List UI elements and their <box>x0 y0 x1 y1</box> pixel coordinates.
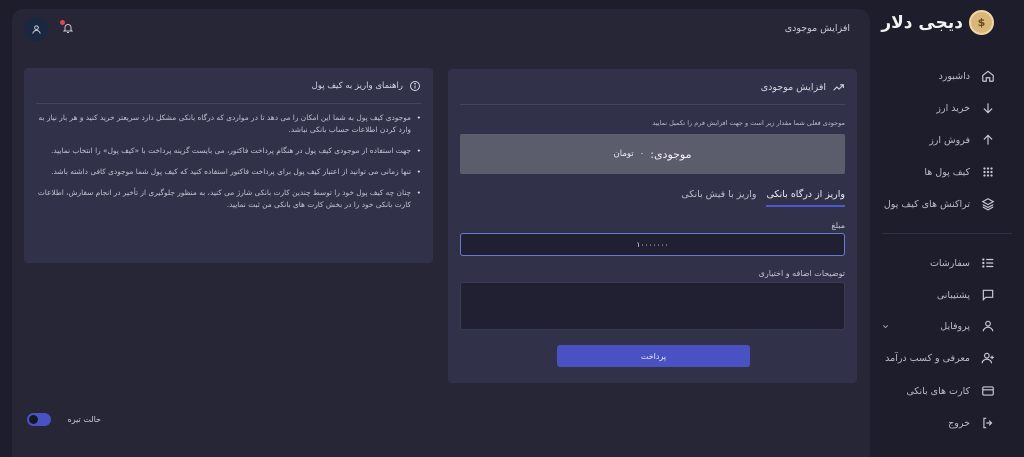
deposit-description: موجودی فعلی شما مقدار زیر است و جهت افزا… <box>652 119 845 127</box>
info-icon <box>410 81 420 91</box>
notes-textarea[interactable] <box>460 282 845 330</box>
sidebar-item-label: خرید ارز <box>936 102 970 114</box>
coin-logo-icon: $ <box>969 10 994 35</box>
sidebar-item-wallet-transactions[interactable]: تراکنش های کیف پول <box>859 192 996 216</box>
sidebar-item-label: معرفی و کسب درآمد <box>885 352 970 364</box>
sidebar-item-orders[interactable]: سفارشات <box>930 251 996 275</box>
sidebar-item-referral[interactable]: معرفی و کسب درآمد <box>885 346 996 370</box>
brand-logo[interactable]: $ دیجی دلار <box>881 10 994 35</box>
page-title: افزایش موجودی <box>784 23 850 34</box>
layers-icon <box>980 196 996 212</box>
deposit-card-header: افزایش موجودی <box>761 81 845 94</box>
sidebar-item-profile[interactable]: پروفایل <box>881 314 996 338</box>
sidebar-item-buy[interactable]: خرید ارز <box>936 96 996 120</box>
guide-list: موجودی کیف پول به شما این امکان را می ده… <box>36 112 421 220</box>
user-plus-icon <box>980 350 996 366</box>
arrow-up-icon <box>980 132 996 148</box>
divider <box>460 104 845 105</box>
trending-up-icon <box>833 84 844 91</box>
card-icon <box>980 383 996 399</box>
user-icon <box>31 24 41 34</box>
balance-label: موجودی: <box>650 147 692 161</box>
user-icon <box>980 318 996 334</box>
guide-item: موجودی کیف پول به شما این امکان را می ده… <box>36 112 421 136</box>
amount-input[interactable] <box>460 233 845 256</box>
guide-item: تنها زمانی می توانید از اعتبار کیف پول ب… <box>36 166 421 178</box>
arrow-down-icon <box>980 100 996 116</box>
sidebar-item-support[interactable]: پشتیبانی <box>937 283 996 307</box>
sidebar-item-label: فروش ارز <box>929 134 970 146</box>
dark-mode-label: حالت تیره <box>67 415 101 424</box>
sidebar-item-label: کارت های بانکی <box>906 385 970 397</box>
profile-button[interactable] <box>24 17 48 41</box>
guide-item: چنان چه کیف پول خود را توسط چندین کارت ب… <box>36 187 421 211</box>
sidebar-item-label: سفارشات <box>929 257 970 269</box>
balance-value: ۰ <box>639 149 645 159</box>
balance-box: موجودی: ۰ تومان <box>460 134 845 174</box>
sidebar-item-bank-cards[interactable]: کارت های بانکی <box>906 379 996 403</box>
deposit-tabs: واریز از درگاه بانکی واریز با فیش بانکی <box>681 186 845 207</box>
guide-card: راهنمای واریز به کیف پول موجودی کیف پول … <box>24 68 433 263</box>
notes-label: توضیحات اضافه و اختیاری <box>758 269 845 278</box>
deposit-card-title: افزایش موجودی <box>760 82 826 93</box>
brand-name: دیجی دلار <box>881 12 963 33</box>
home-icon <box>980 68 996 84</box>
guide-item: جهت استفاده از موجودی کیف پول در هنگام پ… <box>36 145 421 157</box>
pay-button[interactable]: پرداخت <box>557 345 750 367</box>
sidebar-item-logout[interactable]: خروج <box>948 411 996 435</box>
sidebar-divider <box>882 233 1012 234</box>
tab-bank-receipt[interactable]: واریز با فیش بانکی <box>681 186 756 207</box>
guide-card-title: راهنمای واریز به کیف پول <box>311 81 403 91</box>
sidebar-item-label: پشتیبانی <box>936 289 970 301</box>
notification-badge <box>60 20 65 25</box>
tab-bank-gateway[interactable]: واریز از درگاه بانکی <box>766 186 845 207</box>
sidebar-item-label: تراکنش های کیف پول <box>883 198 970 210</box>
logout-icon <box>980 415 996 431</box>
sidebar-item-label: پروفایل <box>940 320 970 332</box>
amount-label: مبلغ <box>831 221 845 230</box>
chat-icon <box>980 287 996 303</box>
balance-unit: تومان <box>613 149 634 159</box>
sidebar: $ دیجی دلار داشبورد خرید ارز فروش ارز کی… <box>860 0 1024 457</box>
list-icon <box>980 255 996 271</box>
sidebar-item-wallets[interactable]: کیف پول ها <box>924 160 996 184</box>
sidebar-item-label: خروج <box>948 417 970 429</box>
toggle-knob <box>29 415 38 424</box>
guide-card-header: راهنمای واریز به کیف پول <box>312 80 421 92</box>
notifications-button[interactable] <box>60 20 76 36</box>
sidebar-item-sell[interactable]: فروش ارز <box>929 128 996 152</box>
sidebar-item-label: کیف پول ها <box>924 166 970 178</box>
deposit-card: افزایش موجودی موجودی فعلی شما مقدار زیر … <box>448 69 857 383</box>
chevron-down-icon <box>881 322 890 331</box>
dark-mode-toggle[interactable] <box>27 413 51 426</box>
main-panel: افزایش موجودی افزایش موجودی موجودی فعلی … <box>12 9 870 457</box>
divider <box>36 103 421 104</box>
dark-mode-switch[interactable]: حالت تیره <box>17 406 109 433</box>
sidebar-item-label: داشبورد <box>938 70 970 82</box>
sidebar-item-dashboard[interactable]: داشبورد <box>939 64 996 88</box>
grid-icon <box>980 164 996 180</box>
